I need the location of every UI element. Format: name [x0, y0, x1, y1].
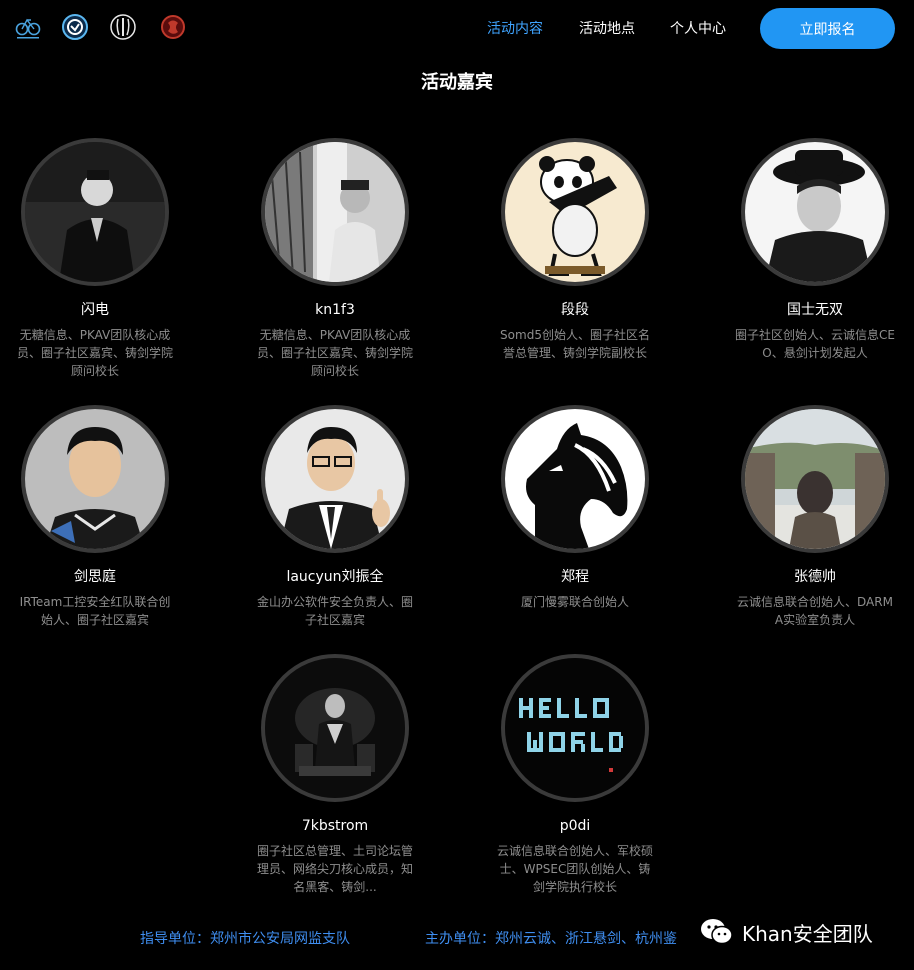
guest-avatar[interactable] [501, 138, 649, 286]
guest-description: 无糖信息、PKAV团队核心成员、圈子社区嘉宾、铸剑学院顾问校长 [256, 328, 413, 378]
guest-card: kn1f3 无糖信息、PKAV团队核心成员、圈子社区嘉宾、铸剑学院顾问校长 [235, 138, 435, 380]
guest-name: 段段 [561, 302, 589, 318]
guest-description: Somd5创始人、圈子社区名誉总管理、铸剑学院副校长 [500, 328, 650, 360]
signup-button[interactable]: 立即报名 [760, 8, 895, 49]
nav-activity-location[interactable]: 活动地点 [579, 20, 635, 38]
guest-name: 闪电 [81, 302, 109, 318]
wechat-icon [700, 917, 734, 947]
shield-logo-icon[interactable] [61, 12, 89, 42]
guest-card: 张德帅 云诚信息联合创始人、DARMA实验室负责人 [715, 405, 914, 629]
guest-avatar[interactable] [261, 405, 409, 553]
guest-description: IRTeam工控安全红队联合创始人、圈子社区嘉宾 [19, 595, 171, 627]
guest-card: laucyun刘振全 金山办公软件安全负责人、圈子社区嘉宾 [235, 405, 435, 629]
watermark-text: Khan安全团队 [742, 921, 873, 946]
guest-card: 郑程 厦门慢雾联合创始人 [475, 405, 675, 611]
guest-name: 张德帅 [794, 569, 836, 585]
guest-name: 郑程 [561, 569, 589, 585]
guest-card: p0di 云诚信息联合创始人、军校硕士、WPSEC团队创始人、铸剑学院执行校长 [475, 654, 675, 896]
guest-name: 7kbstrom [301, 818, 369, 834]
wechat-watermark: Khan安全团队 [700, 912, 873, 952]
guest-name: 国士无双 [787, 302, 843, 318]
guest-card: 国士无双 圈子社区创始人、云诚信息CEO、悬剑计划发起人 [715, 138, 914, 362]
host-unit-text: 主办单位：郑州云诚、浙江悬剑、杭州鉴 [425, 931, 677, 947]
guest-avatar[interactable] [741, 405, 889, 553]
guest-avatar[interactable] [501, 405, 649, 553]
guest-card: 段段 Somd5创始人、圈子社区名誉总管理、铸剑学院副校长 [475, 138, 675, 362]
guest-avatar[interactable] [261, 138, 409, 286]
guest-description: 金山办公软件安全负责人、圈子社区嘉宾 [256, 595, 413, 627]
guest-avatar[interactable] [501, 654, 649, 802]
nav-personal-center[interactable]: 个人中心 [670, 20, 726, 38]
guest-description: 圈子社区创始人、云诚信息CEO、悬剑计划发起人 [735, 328, 895, 360]
guest-name: 剑思庭 [74, 569, 116, 585]
guest-card: 7kbstrom 圈子社区总管理、土司论坛管理员、网络尖刀核心成员，知名黑客、铸… [235, 654, 435, 896]
guest-card: 闪电 无糖信息、PKAV团队核心成员、圈子社区嘉宾、铸剑学院顾问校长 [0, 138, 195, 380]
guest-name: laucyun刘振全 [286, 569, 384, 585]
section-title: 活动嘉宾 [421, 72, 493, 93]
laurel-logo-icon[interactable] [109, 12, 137, 42]
guest-description: 厦门慢雾联合创始人 [520, 595, 629, 609]
guest-name: p0di [559, 818, 591, 834]
bike-logo-icon[interactable] [14, 12, 42, 42]
guest-description: 无糖信息、PKAV团队核心成员、圈子社区嘉宾、铸剑学院顾问校长 [16, 328, 173, 378]
guest-name: kn1f3 [315, 302, 355, 318]
guest-avatar[interactable] [21, 405, 169, 553]
red-emblem-icon[interactable] [159, 12, 187, 42]
guest-avatar[interactable] [261, 654, 409, 802]
guide-unit-text: 指导单位：郑州市公安局网监支队 [140, 931, 350, 947]
guest-description: 圈子社区总管理、土司论坛管理员、网络尖刀核心成员，知名黑客、铸剑... [256, 844, 413, 894]
guest-avatar[interactable] [741, 138, 889, 286]
guest-card: 剑思庭 IRTeam工控安全红队联合创始人、圈子社区嘉宾 [0, 405, 195, 629]
top-header: 活动内容 活动地点 个人中心 立即报名 [0, 0, 914, 58]
guest-description: 云诚信息联合创始人、军校硕士、WPSEC团队创始人、铸剑学院执行校长 [496, 844, 653, 894]
guest-description: 云诚信息联合创始人、DARMA实验室负责人 [737, 595, 893, 627]
nav-activity-content[interactable]: 活动内容 [487, 20, 543, 38]
guest-avatar[interactable] [21, 138, 169, 286]
